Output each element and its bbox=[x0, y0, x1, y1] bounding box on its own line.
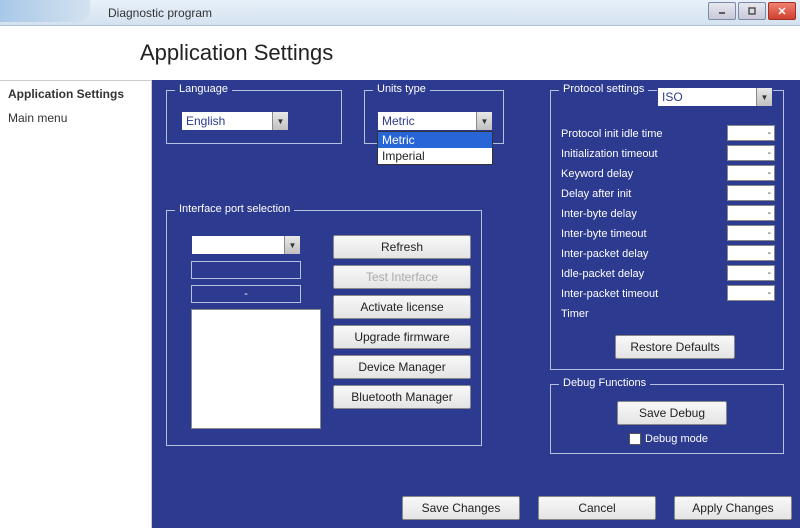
protocol-row-label: Inter-byte delay bbox=[561, 205, 637, 223]
units-dropdown: Metric Imperial bbox=[377, 131, 493, 165]
chevron-down-icon: ▼ bbox=[476, 112, 492, 130]
units-legend: Units type bbox=[373, 83, 430, 95]
debug-legend: Debug Functions bbox=[559, 377, 650, 389]
protocol-row-value[interactable]: - bbox=[727, 145, 775, 161]
activate-license-button[interactable]: Activate license bbox=[333, 295, 471, 319]
titlebar-decoration bbox=[0, 0, 90, 22]
protocol-row-label: Initialization timeout bbox=[561, 145, 658, 163]
port-list[interactable] bbox=[191, 309, 321, 429]
checkbox-icon bbox=[629, 433, 641, 445]
chevron-down-icon: ▼ bbox=[272, 112, 288, 130]
test-interface-button: Test Interface bbox=[333, 265, 471, 289]
port-status: - bbox=[191, 285, 301, 303]
close-button[interactable] bbox=[768, 2, 796, 20]
units-option-imperial[interactable]: Imperial bbox=[378, 148, 492, 164]
page-title: Application Settings bbox=[140, 40, 333, 66]
language-value: English bbox=[182, 114, 225, 128]
port-text-field[interactable] bbox=[191, 261, 301, 279]
protocol-row-label: Idle-packet delay bbox=[561, 265, 644, 283]
protocol-row-label: Keyword delay bbox=[561, 165, 633, 183]
protocol-row-label: Protocol init idle time bbox=[561, 125, 663, 143]
debug-mode-checkbox[interactable]: Debug mode bbox=[629, 433, 708, 445]
protocol-row-value[interactable]: - bbox=[727, 245, 775, 261]
debug-fieldset: Debug Functions Save Debug Debug mode bbox=[550, 384, 784, 454]
cancel-button[interactable]: Cancel bbox=[538, 496, 656, 520]
protocol-row-label: Delay after init bbox=[561, 185, 631, 203]
bluetooth-manager-button[interactable]: Bluetooth Manager bbox=[333, 385, 471, 409]
units-select[interactable]: Metric ▼ bbox=[377, 111, 493, 131]
upgrade-firmware-button[interactable]: Upgrade firmware bbox=[333, 325, 471, 349]
protocol-row-value[interactable]: - bbox=[727, 285, 775, 301]
sidebar-item-main-menu[interactable]: Main menu bbox=[8, 109, 143, 127]
minimize-button[interactable] bbox=[708, 2, 736, 20]
port-select[interactable]: ▼ bbox=[191, 235, 301, 255]
language-fieldset: Language English ▼ bbox=[166, 90, 342, 144]
language-select[interactable]: English ▼ bbox=[181, 111, 289, 131]
save-changes-button[interactable]: Save Changes bbox=[402, 496, 520, 520]
chevron-down-icon: ▼ bbox=[756, 88, 772, 106]
protocol-row-label: Inter-byte timeout bbox=[561, 225, 647, 243]
protocol-row-value[interactable]: - bbox=[727, 225, 775, 241]
protocol-select[interactable]: ISO ▼ bbox=[657, 87, 773, 107]
protocol-row-label: Inter-packet timeout bbox=[561, 285, 658, 303]
protocol-legend: Protocol settings bbox=[559, 83, 648, 95]
units-fieldset: Units type Metric ▼ Metric Imperial bbox=[364, 90, 504, 144]
sidebar-item-label: Main menu bbox=[8, 111, 67, 125]
settings-panel: Language English ▼ Units type Metric ▼ M… bbox=[152, 80, 800, 528]
protocol-row-value[interactable]: - bbox=[727, 205, 775, 221]
language-legend: Language bbox=[175, 83, 232, 95]
protocol-value: ISO bbox=[658, 90, 683, 104]
save-debug-button[interactable]: Save Debug bbox=[617, 401, 727, 425]
protocol-row-value[interactable]: - bbox=[727, 265, 775, 281]
protocol-row-value[interactable]: - bbox=[727, 185, 775, 201]
refresh-button[interactable]: Refresh bbox=[333, 235, 471, 259]
debug-mode-label: Debug mode bbox=[645, 433, 708, 445]
protocol-row-label: Timer bbox=[561, 305, 589, 323]
apply-changes-button[interactable]: Apply Changes bbox=[674, 496, 792, 520]
port-legend: Interface port selection bbox=[175, 203, 294, 215]
protocol-row-label: Inter-packet delay bbox=[561, 245, 648, 263]
device-manager-button[interactable]: Device Manager bbox=[333, 355, 471, 379]
restore-defaults-button[interactable]: Restore Defaults bbox=[615, 335, 735, 359]
port-fieldset: Interface port selection ▼ - Refresh Tes… bbox=[166, 210, 482, 446]
titlebar[interactable]: Diagnostic program bbox=[0, 0, 800, 26]
protocol-row-value[interactable]: - bbox=[727, 125, 775, 141]
maximize-button[interactable] bbox=[738, 2, 766, 20]
protocol-row-value[interactable]: - bbox=[727, 165, 775, 181]
units-option-metric[interactable]: Metric bbox=[378, 132, 492, 148]
sidebar: Application Settings Main menu bbox=[0, 80, 152, 528]
bottom-buttons: Save Changes Cancel Apply Changes bbox=[402, 496, 792, 520]
chevron-down-icon: ▼ bbox=[284, 236, 300, 254]
protocol-fieldset: Protocol settings ISO ▼ Restore Defaults… bbox=[550, 90, 784, 370]
units-value: Metric bbox=[378, 114, 415, 128]
sidebar-item-app-settings[interactable]: Application Settings bbox=[8, 85, 143, 103]
sidebar-item-label: Application Settings bbox=[8, 87, 124, 101]
page-header: Application Settings bbox=[0, 26, 800, 80]
